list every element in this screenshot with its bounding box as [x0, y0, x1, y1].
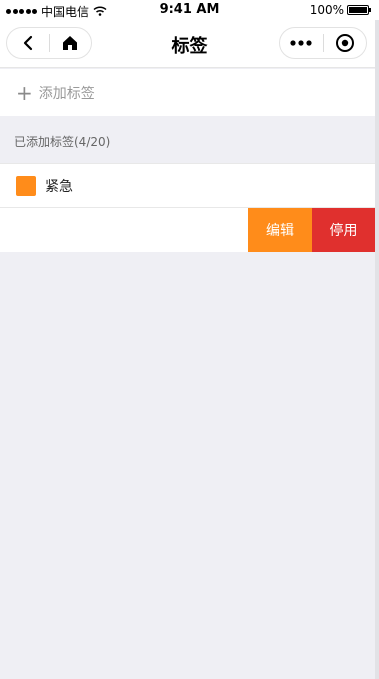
- plus-icon: +: [16, 80, 33, 105]
- section-header: 已添加标签(4/20): [14, 135, 111, 149]
- target-icon: [335, 34, 354, 52]
- add-tag-button[interactable]: + 添加标签: [0, 69, 379, 116]
- disable-button[interactable]: 停用: [312, 208, 375, 252]
- close-miniprogram-button[interactable]: [323, 28, 366, 58]
- more-button[interactable]: [280, 28, 323, 58]
- battery-percent: 100%: [309, 3, 344, 17]
- status-bar: 中国电信 9:41 AM 100%: [0, 0, 379, 20]
- add-tag-label: 添加标签: [38, 85, 95, 102]
- tag-color-swatch: [16, 175, 36, 196]
- tag-name: 紧急: [45, 178, 73, 195]
- tag-action-row: 编辑 停用: [0, 208, 379, 252]
- nav-bar: 标签: [0, 20, 379, 68]
- tag-list-item[interactable]: 紧急: [0, 163, 379, 208]
- screen: 中国电信 9:41 AM 100% 标签 + 添加标签 已添加标签(4/20) …: [0, 0, 379, 679]
- status-right: 100%: [309, 3, 371, 17]
- nav-capsule-right: [279, 27, 367, 59]
- battery-icon: [347, 5, 371, 15]
- scrollbar[interactable]: [375, 20, 379, 679]
- edit-button[interactable]: 编辑: [248, 208, 312, 252]
- more-icon: [290, 40, 312, 46]
